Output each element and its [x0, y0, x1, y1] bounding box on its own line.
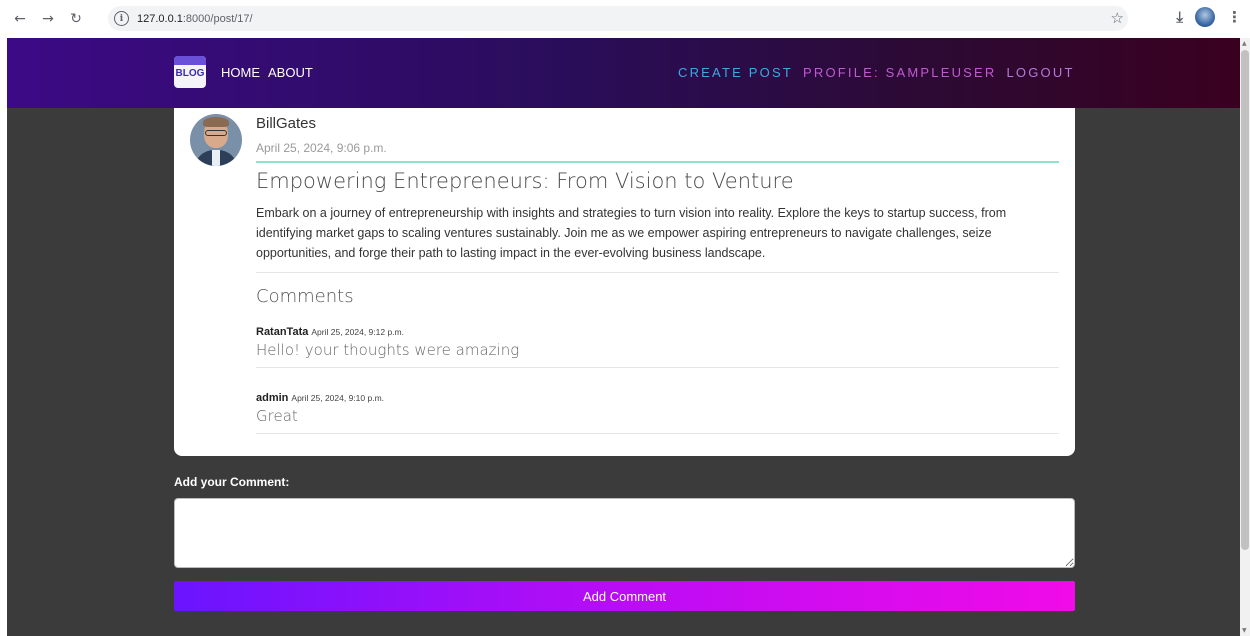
meta-divider [256, 161, 1059, 163]
comment-date: April 25, 2024, 9:10 p.m. [291, 393, 385, 403]
post-card: BillGates April 25, 2024, 9:06 p.m. Empo… [174, 108, 1075, 456]
comment-item: RatanTata April 25, 2024, 9:12 p.m. Hello… [256, 320, 1059, 359]
comment-divider [256, 367, 1059, 368]
comment-textarea[interactable] [174, 498, 1075, 568]
scroll-down-icon[interactable]: ▼ [1242, 627, 1247, 634]
comment-author: RatanTata [256, 326, 309, 338]
add-comment-label: Add your Comment: [174, 475, 290, 489]
comment-author: admin [256, 392, 289, 404]
comment-text: Great [256, 407, 298, 425]
body-divider [256, 272, 1059, 273]
nav-home-link[interactable]: HOME [221, 65, 260, 80]
comment-divider [256, 433, 1059, 434]
menu-kebab-icon[interactable]: ⋮ [1227, 8, 1242, 26]
comment-date: April 25, 2024, 9:12 p.m. [311, 327, 404, 337]
site-info-icon[interactable]: i [114, 11, 129, 26]
author-avatar [190, 114, 242, 166]
reload-icon[interactable]: ↻ [64, 7, 88, 31]
nav-profile-link[interactable]: PROFILE: SAMPLEUSER [803, 65, 997, 80]
add-comment-button[interactable]: Add Comment [174, 581, 1075, 611]
comments-heading: Comments [256, 286, 354, 307]
nav-about-link[interactable]: ABOUT [268, 65, 313, 80]
forward-arrow-icon[interactable]: → [36, 7, 60, 31]
profile-avatar-icon[interactable] [1195, 7, 1215, 27]
nav-create-post-link[interactable]: CREATE POST [678, 65, 793, 80]
logo-text: BLOG [175, 68, 205, 79]
browser-toolbar: ← → ↻ i 127.0.0.1:8000/post/17/ ☆ ⤓ ⋮ [0, 0, 1250, 38]
comment-text: Hello! your thoughts were amazing [256, 341, 520, 359]
post-author[interactable]: BillGates [256, 115, 316, 132]
comment-item: admin April 25, 2024, 9:10 p.m. Great [256, 386, 1059, 425]
url-host: 127.0.0.1 [137, 12, 183, 25]
download-icon[interactable]: ⤓ [1176, 8, 1183, 26]
post-date: April 25, 2024, 9:06 p.m. [256, 141, 387, 155]
blog-logo-icon[interactable]: BLOG [174, 56, 206, 88]
address-bar[interactable]: i 127.0.0.1:8000/post/17/ ☆ [108, 6, 1128, 31]
bookmark-star-icon[interactable]: ☆ [1111, 9, 1124, 27]
post-title: Empowering Entrepreneurs: From Vision to… [256, 169, 794, 193]
page-edge [0, 38, 7, 636]
vertical-scrollbar[interactable]: ▲ ▼ [1240, 38, 1250, 636]
url-path: :8000/post/17/ [182, 12, 253, 25]
avatar-glasses [205, 130, 227, 136]
avatar-hair [203, 117, 229, 127]
back-arrow-icon[interactable]: ← [8, 7, 32, 31]
url-text[interactable]: 127.0.0.1:8000/post/17/ [137, 13, 253, 25]
scroll-up-icon[interactable]: ▲ [1242, 40, 1247, 47]
post-body: Embark on a journey of entrepreneurship … [256, 206, 1007, 260]
logo-bar [174, 56, 206, 65]
scroll-thumb[interactable] [1241, 50, 1249, 550]
site-navbar: BLOG HOME ABOUT CREATE POST PROFILE: SAM… [7, 38, 1240, 108]
nav-logout-link[interactable]: LOGOUT [1007, 65, 1075, 80]
avatar-shirt [212, 150, 220, 166]
